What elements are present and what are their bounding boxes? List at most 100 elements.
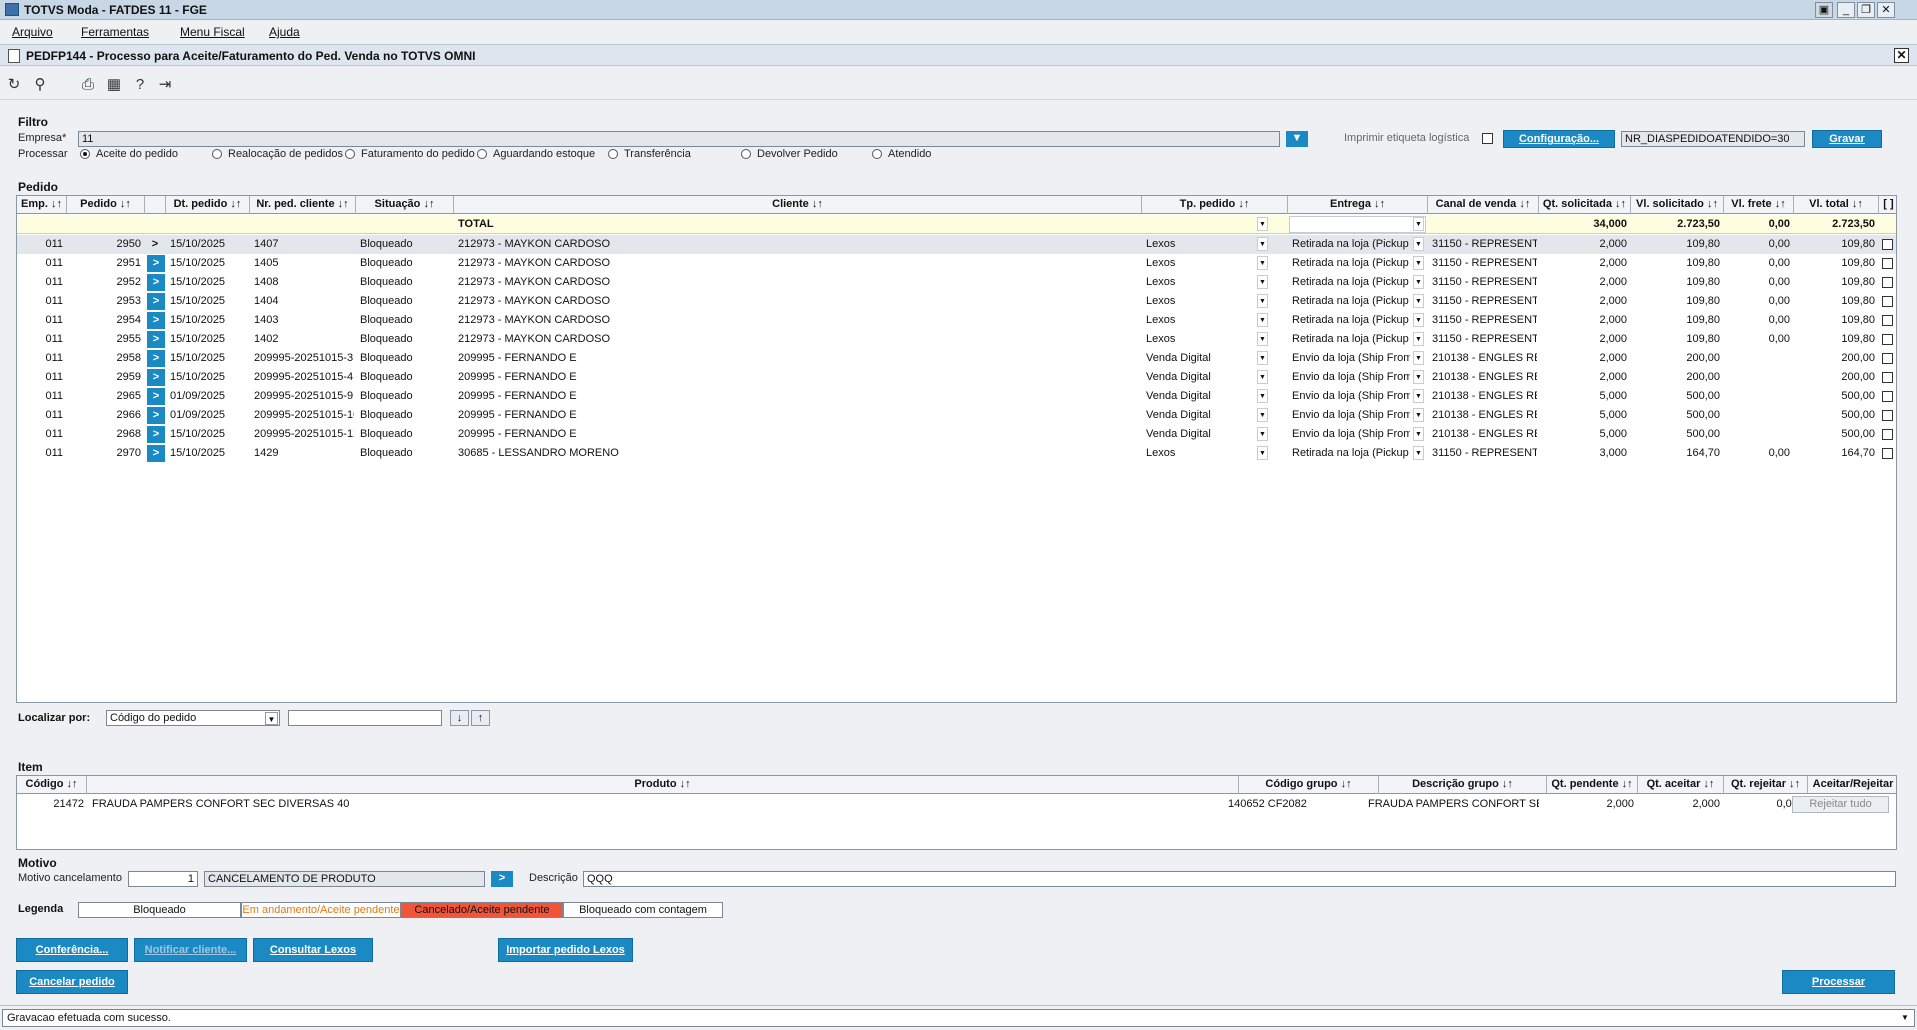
col-qt-pendente[interactable]: Qt. pendente ↓↑	[1547, 776, 1638, 794]
pedido-row[interactable]: 011 2966 01/09/2025 209995-20251015-10 Bloqu…	[17, 406, 1896, 425]
col-vl-solicitado[interactable]: Vl. solicitado ↓↑	[1631, 196, 1724, 214]
col-descricao-grupo[interactable]: Descrição grupo ↓↑	[1379, 776, 1547, 794]
entrega-dropdown-icon[interactable]: ▼	[1413, 313, 1424, 327]
row-select-checkbox[interactable]	[1882, 296, 1893, 307]
col-nr-ped-cliente[interactable]: Nr. ped. cliente ↓↑	[250, 196, 356, 214]
localizar-dropdown-icon[interactable]: ▼	[265, 712, 278, 725]
row-select-checkbox[interactable]	[1882, 372, 1893, 383]
radio-atendido[interactable]	[872, 149, 882, 159]
filter-icon[interactable]: ▼	[1286, 131, 1308, 147]
menu-ajuda[interactable]: Ajuda	[269, 25, 300, 39]
importar-pedido-lexos-button[interactable]: Importar pedido Lexos	[498, 938, 633, 962]
motivo-code-input[interactable]: 1	[128, 871, 198, 887]
rejeitar-tudo-button[interactable]: Rejeitar tudo	[1792, 796, 1889, 813]
item-qt-aceitar[interactable]: 2,000	[1638, 795, 1720, 814]
col-entrega[interactable]: Entrega ↓↑	[1288, 196, 1428, 214]
menu-fiscal[interactable]: Menu Fiscal	[180, 25, 245, 39]
tp-pedido-dropdown-icon[interactable]: ▼	[1257, 294, 1268, 308]
radio-aguardando[interactable]	[477, 149, 487, 159]
pedido-row[interactable]: 011 2959 15/10/2025 209995-20251015-4 Bloque…	[17, 368, 1896, 387]
tp-pedido-dropdown-icon[interactable]: ▼	[1257, 370, 1268, 384]
item-row[interactable]: 21472 FRAUDA PAMPERS CONFORT SEC DIVERSA…	[17, 795, 1896, 814]
tp-pedido-dropdown-icon[interactable]: ▼	[1257, 446, 1268, 460]
entrega-dropdown-icon[interactable]: ▼	[1413, 427, 1424, 441]
pedido-row[interactable]: 011 2951 15/10/2025 1405 Bloqueado 212973 - M…	[17, 254, 1896, 273]
entrega-dropdown-icon[interactable]: ▼	[1413, 294, 1424, 308]
tp-pedido-dropdown-icon[interactable]: ▼	[1257, 427, 1268, 441]
row-select-checkbox[interactable]	[1882, 315, 1893, 326]
descricao-input[interactable]: QQQ	[583, 871, 1896, 887]
minimize-button[interactable]: _	[1837, 2, 1855, 18]
pedido-row[interactable]: 011 2968 15/10/2025 209995-20251015-12 Bloqu…	[17, 425, 1896, 444]
col-qt-rejeitar[interactable]: Qt. rejeitar ↓↑	[1724, 776, 1808, 794]
tp-pedido-dropdown-icon[interactable]: ▼	[1257, 351, 1268, 365]
menu-ferramentas[interactable]: Ferramentas	[81, 25, 149, 39]
sort-up-button[interactable]: ↑	[471, 710, 490, 726]
processar-button[interactable]: Processar	[1782, 970, 1895, 994]
close-form-button[interactable]: ✕	[1894, 48, 1909, 63]
row-select-checkbox[interactable]	[1882, 239, 1893, 250]
col-cliente[interactable]: Cliente ↓↑	[454, 196, 1142, 214]
row-select-checkbox[interactable]	[1882, 353, 1893, 364]
row-select-checkbox[interactable]	[1882, 277, 1893, 288]
entrega-filter-dropdown-icon[interactable]: ▼	[1413, 217, 1424, 231]
row-arrow-button[interactable]: >	[147, 445, 165, 462]
pedido-row[interactable]: 011 2970 15/10/2025 1429 Bloqueado 30685 - LE…	[17, 444, 1896, 463]
row-arrow-button[interactable]: >	[147, 255, 165, 272]
entrega-dropdown-icon[interactable]: ▼	[1413, 332, 1424, 346]
row-select-checkbox[interactable]	[1882, 410, 1893, 421]
pedido-row[interactable]: 011 2965 01/09/2025 209995-20251015-9 Bloque…	[17, 387, 1896, 406]
entrega-dropdown-icon[interactable]: ▼	[1413, 256, 1424, 270]
localizar-input[interactable]	[288, 710, 442, 726]
entrega-dropdown-icon[interactable]: ▼	[1413, 446, 1424, 460]
camera-icon[interactable]: ▣	[1815, 2, 1833, 18]
row-select-checkbox[interactable]	[1882, 448, 1893, 459]
help-icon[interactable]: ?	[132, 77, 148, 93]
param-input[interactable]: NR_DIASPEDIDOATENDIDO=30	[1621, 131, 1805, 147]
row-select-checkbox[interactable]	[1882, 391, 1893, 402]
col-qt-solicitada[interactable]: Qt. solicitada ↓↑	[1539, 196, 1631, 214]
consultar-lexos-button[interactable]: Consultar Lexos	[253, 938, 373, 962]
row-arrow-button[interactable]: >	[147, 369, 165, 386]
tp-pedido-dropdown-icon[interactable]: ▼	[1257, 332, 1268, 346]
col-codigo-grupo[interactable]: Código grupo ↓↑	[1239, 776, 1379, 794]
configuracao-button[interactable]: Configuração...	[1503, 130, 1615, 148]
restore-button[interactable]: ❐	[1857, 2, 1875, 18]
row-select-checkbox[interactable]	[1882, 334, 1893, 345]
pedido-row[interactable]: 011 2954 15/10/2025 1403 Bloqueado 212973 - M…	[17, 311, 1896, 330]
pedido-row[interactable]: 011 2958 15/10/2025 209995-20251015-3 Bloque…	[17, 349, 1896, 368]
tp-pedido-dropdown-icon[interactable]: ▼	[1257, 313, 1268, 327]
pedido-row[interactable]: 011 2950 15/10/2025 1407 Bloqueado 212973 - M…	[17, 235, 1896, 254]
radio-transferencia[interactable]	[608, 149, 618, 159]
entrega-dropdown-icon[interactable]: ▼	[1413, 370, 1424, 384]
notificar-cliente-button[interactable]: Notificar cliente...	[134, 938, 247, 962]
conferencia-button[interactable]: Conferência...	[16, 938, 128, 962]
row-select-checkbox[interactable]	[1882, 429, 1893, 440]
calendar-icon[interactable]: ▦	[106, 77, 122, 93]
col-dt-pedido[interactable]: Dt. pedido ↓↑	[166, 196, 250, 214]
tp-pedido-dropdown-icon[interactable]: ▼	[1257, 237, 1268, 251]
col-select-all[interactable]: [ ]	[1879, 196, 1896, 214]
pedido-row[interactable]: 011 2952 15/10/2025 1408 Bloqueado 212973 - M…	[17, 273, 1896, 292]
radio-faturamento[interactable]	[345, 149, 355, 159]
imprimir-etiqueta-checkbox[interactable]	[1482, 133, 1493, 144]
col-vl-frete[interactable]: Vl. frete ↓↑	[1724, 196, 1794, 214]
entrega-dropdown-icon[interactable]: ▼	[1413, 351, 1424, 365]
tp-filter-dropdown-icon[interactable]: ▼	[1257, 217, 1268, 231]
pedido-row[interactable]: 011 2953 15/10/2025 1404 Bloqueado 212973 - M…	[17, 292, 1896, 311]
col-emp[interactable]: Emp. ↓↑	[17, 196, 67, 214]
status-dropdown-icon[interactable]: ▼	[1898, 1011, 1912, 1025]
entrega-dropdown-icon[interactable]: ▼	[1413, 389, 1424, 403]
localizar-select[interactable]: Código do pedido	[106, 710, 280, 726]
row-select-checkbox[interactable]	[1882, 258, 1893, 269]
row-arrow-button[interactable]: >	[147, 426, 165, 443]
col-canal[interactable]: Canal de venda ↓↑	[1428, 196, 1539, 214]
col-produto[interactable]: Produto ↓↑	[87, 776, 1239, 794]
menu-arquivo[interactable]: Arquivo	[12, 25, 53, 39]
tp-pedido-dropdown-icon[interactable]: ▼	[1257, 408, 1268, 422]
col-situacao[interactable]: Situação ↓↑	[356, 196, 454, 214]
row-arrow-button[interactable]: >	[147, 274, 165, 291]
tp-pedido-dropdown-icon[interactable]: ▼	[1257, 275, 1268, 289]
refresh-icon[interactable]: ↻	[6, 77, 22, 93]
row-arrow-button[interactable]: >	[147, 388, 165, 405]
